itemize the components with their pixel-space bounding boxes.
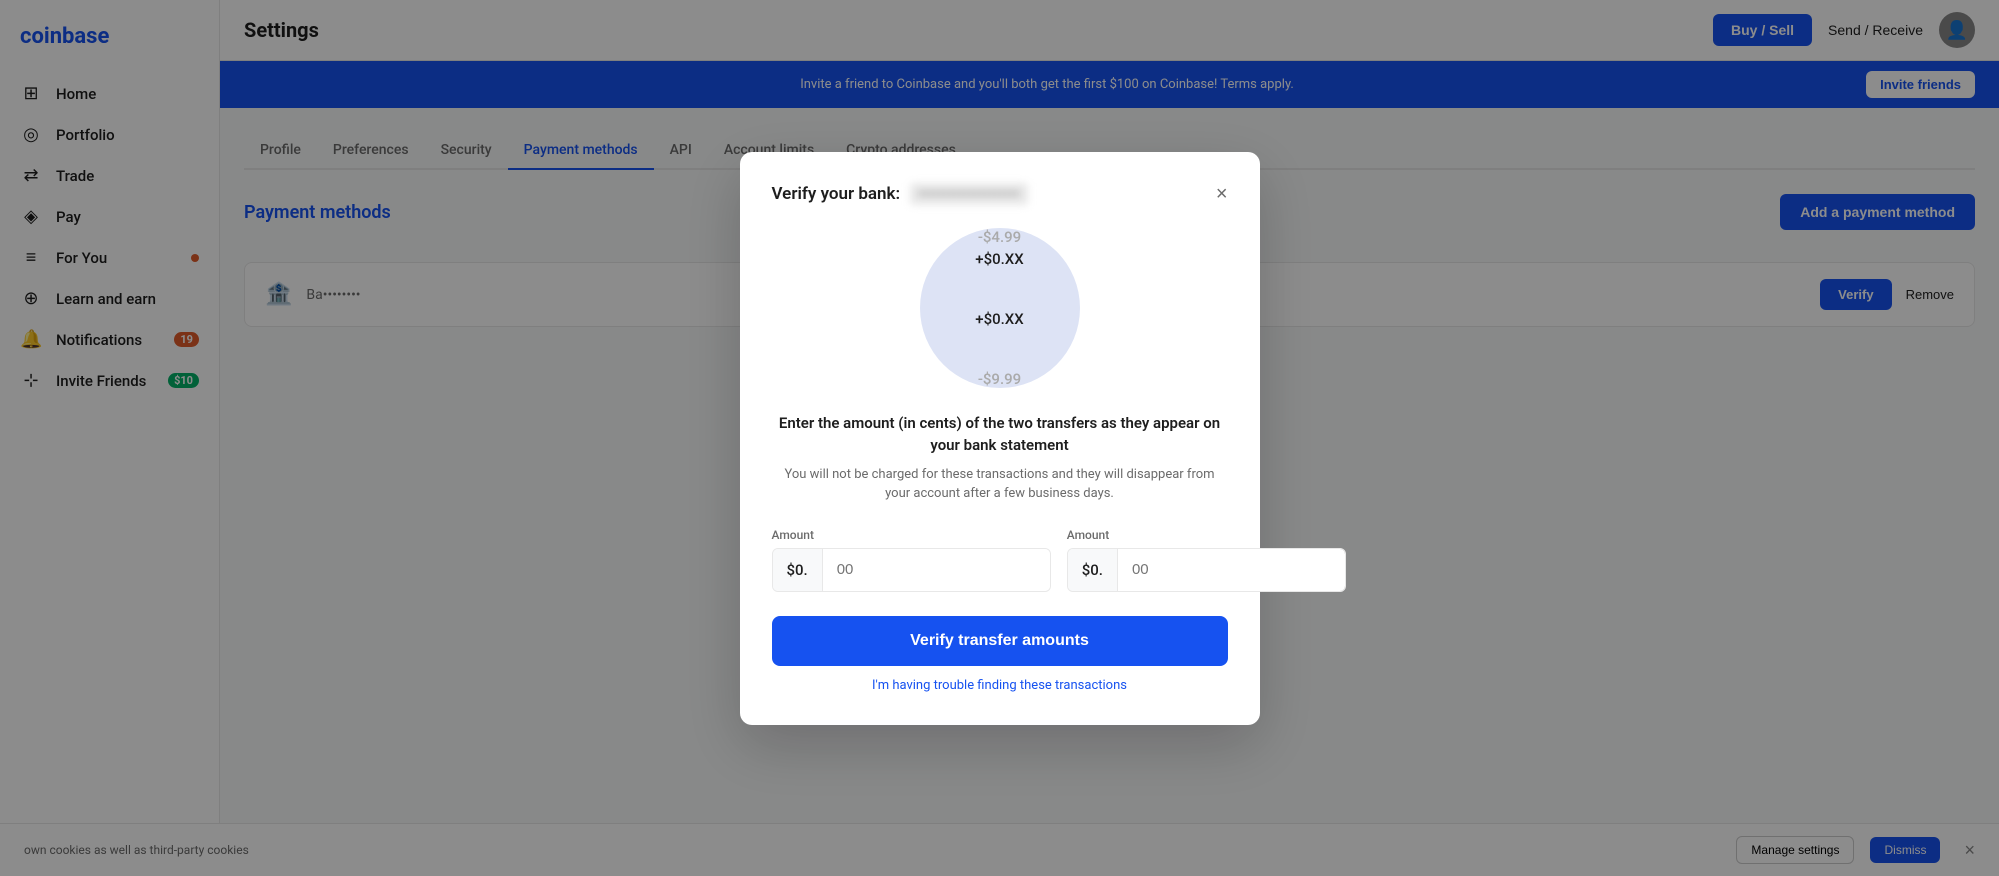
- amount2-input-wrapper: $0.: [1067, 548, 1346, 592]
- amounts-row: Amount $0. Amount $0.: [772, 528, 1228, 592]
- amount2-group: Amount $0.: [1067, 528, 1346, 592]
- amount1-prefix: $0.: [773, 549, 823, 591]
- modal-description-sub: You will not be charged for these transa…: [772, 465, 1228, 504]
- modal-header: Verify your bank: •••••••••••••••••••• ×: [772, 184, 1228, 204]
- modal-overlay[interactable]: Verify your bank: •••••••••••••••••••• ×…: [0, 0, 1999, 876]
- trouble-link[interactable]: I'm having trouble finding these transac…: [772, 678, 1228, 693]
- amount1-input-wrapper: $0.: [772, 548, 1051, 592]
- amount2-prefix: $0.: [1068, 549, 1118, 591]
- amount-illustration-line4: -$9.99: [978, 370, 1021, 388]
- modal-title: Verify your bank: ••••••••••••••••••••: [772, 184, 1028, 204]
- amount2-label: Amount: [1067, 528, 1346, 542]
- amount1-group: Amount $0.: [772, 528, 1051, 592]
- amount2-input[interactable]: [1118, 549, 1345, 591]
- amount-illustration-line2: +$0.XX: [975, 250, 1024, 306]
- modal-close-button[interactable]: ×: [1216, 184, 1228, 204]
- modal-bank-name: ••••••••••••••••••••: [910, 183, 1027, 205]
- amount1-label: Amount: [772, 528, 1051, 542]
- amount1-input[interactable]: [823, 549, 1050, 591]
- amount-illustration-line3: +$0.XX: [975, 310, 1024, 366]
- amount-illustration-line1: -$4.99: [978, 228, 1021, 246]
- verify-transfer-button[interactable]: Verify transfer amounts: [772, 616, 1228, 666]
- verify-bank-modal: Verify your bank: •••••••••••••••••••• ×…: [740, 152, 1260, 725]
- modal-description-main: Enter the amount (in cents) of the two t…: [772, 412, 1228, 457]
- amount-illustration: -$4.99 +$0.XX +$0.XX -$9.99: [920, 228, 1080, 388]
